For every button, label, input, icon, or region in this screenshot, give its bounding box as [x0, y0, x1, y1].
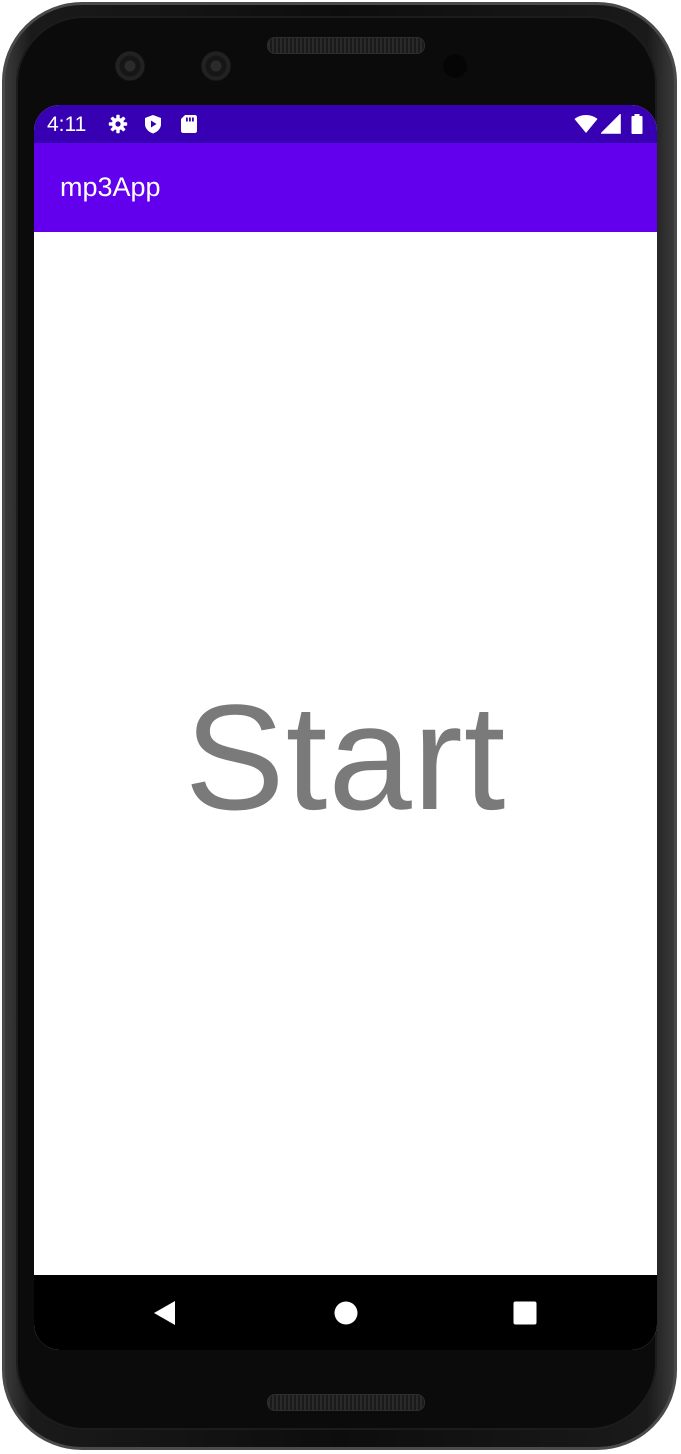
status-bar: 4:11 [34, 105, 657, 143]
app-bar: mp3App [34, 143, 657, 232]
recents-button[interactable] [505, 1293, 545, 1333]
back-button[interactable] [145, 1293, 185, 1333]
back-icon [154, 1301, 175, 1325]
navigation-bar [34, 1275, 657, 1350]
main-content: Start [34, 232, 657, 1275]
front-camera-2-icon [201, 51, 231, 81]
recents-icon [513, 1301, 537, 1325]
gear-icon [108, 114, 128, 134]
proximity-sensor [443, 54, 467, 78]
sd-card-icon [179, 114, 199, 134]
start-button[interactable]: Start [34, 232, 657, 1275]
earpiece-speaker [267, 37, 425, 54]
shield-play-icon [143, 114, 163, 134]
battery-icon [631, 114, 643, 134]
wifi-icon [574, 114, 598, 134]
device-screen: 4:11 mp3App Start [34, 105, 657, 1350]
cell-signal-icon [600, 113, 621, 134]
start-label: Start [184, 673, 507, 841]
home-button[interactable] [326, 1293, 366, 1333]
bottom-speaker [267, 1394, 425, 1411]
status-time: 4:11 [47, 113, 87, 136]
home-icon [334, 1301, 358, 1325]
front-camera-icon [115, 51, 145, 81]
app-title: mp3App [60, 172, 161, 202]
